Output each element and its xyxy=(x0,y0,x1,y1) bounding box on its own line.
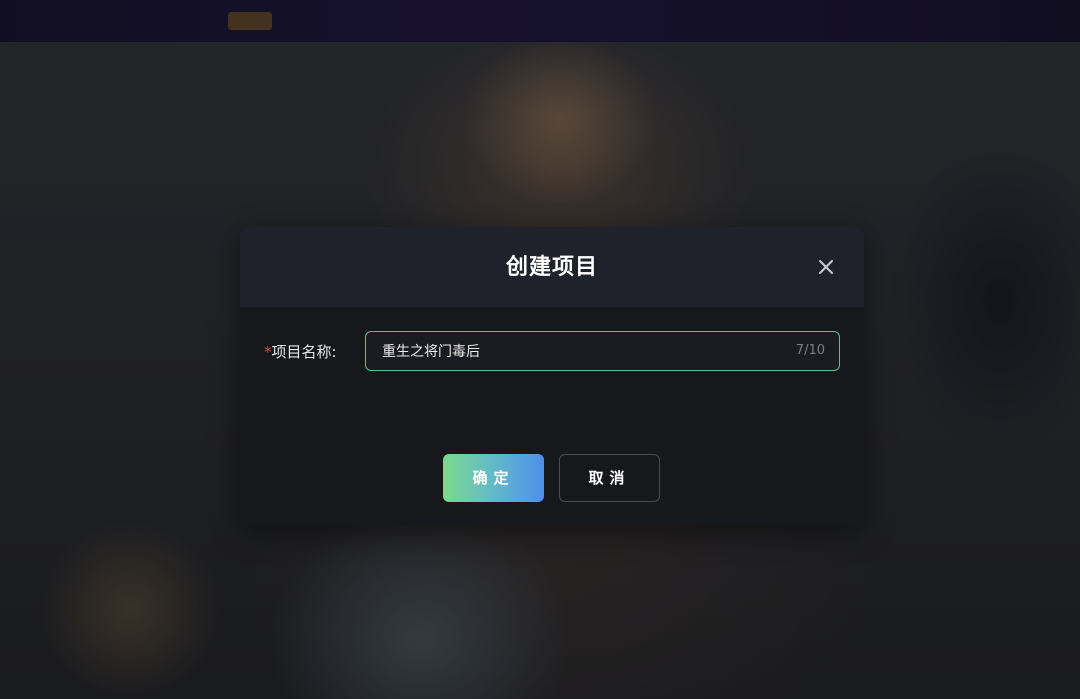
project-name-input[interactable] xyxy=(366,332,776,370)
confirm-button[interactable]: 确定 xyxy=(443,454,544,502)
create-project-dialog: 创建项目 *项目名称: 7/10 确定 取消 xyxy=(240,227,864,525)
required-mark: * xyxy=(264,343,272,361)
project-name-label-text: 项目名称: xyxy=(271,343,337,361)
close-icon xyxy=(819,260,833,274)
char-counter: 7/10 xyxy=(795,343,825,358)
project-name-field[interactable]: 7/10 xyxy=(365,331,840,371)
cancel-button[interactable]: 取消 xyxy=(559,454,660,502)
project-name-label: *项目名称: xyxy=(264,341,337,363)
dialog-title: 创建项目 xyxy=(505,255,598,280)
close-button[interactable] xyxy=(812,253,840,281)
